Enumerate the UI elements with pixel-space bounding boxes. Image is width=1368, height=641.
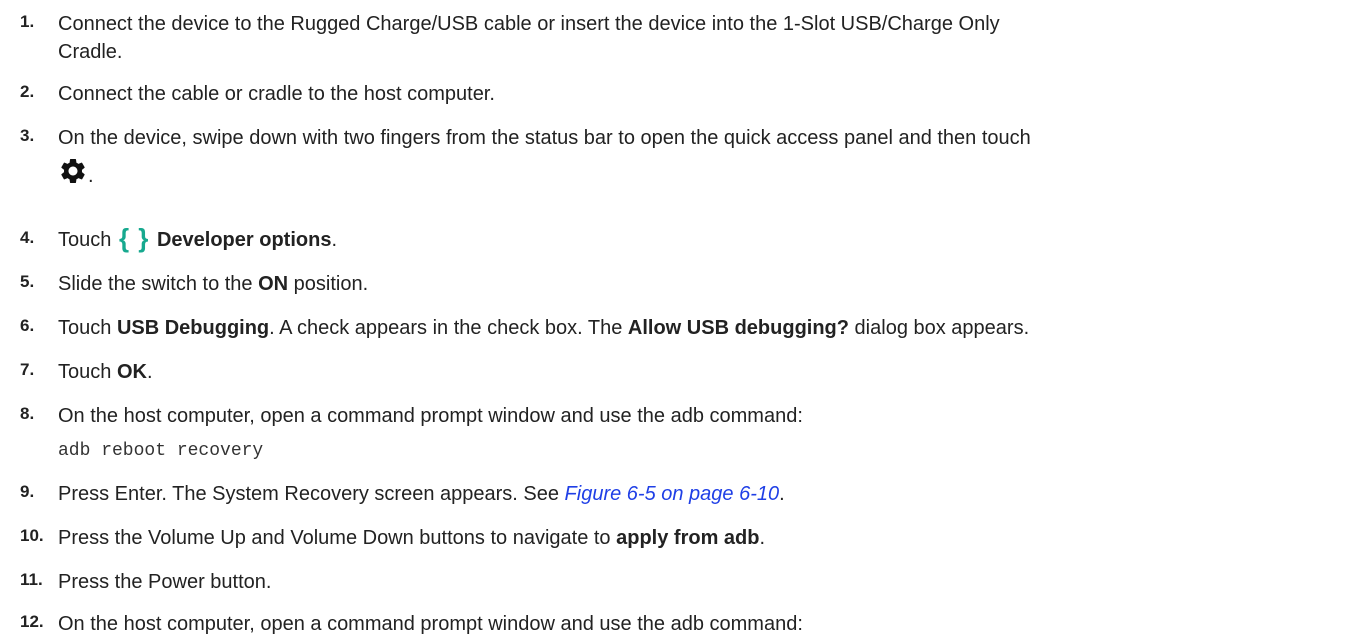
period: . (88, 164, 94, 187)
step-number: 5. (20, 272, 35, 291)
step-number: 3. (20, 126, 35, 145)
allow-usb-debugging-label: Allow USB debugging? (627, 317, 849, 339)
step-text-line: On the device, swipe down with two finge… (58, 127, 1031, 149)
step-text-pre: Slide the switch to the (58, 273, 259, 295)
developer-options-label: Developer options (156, 229, 332, 251)
developer-options-braces-icon: { } (118, 223, 150, 253)
step-text-pre: Touch (58, 229, 112, 251)
step-text-line: Connect the device to the Rugged Charge/… (58, 13, 1000, 35)
step-number: 6. (20, 316, 35, 335)
step-text-post: dialog box appears. (849, 317, 1030, 339)
figure-link[interactable]: Figure 6-5 on page 6-10 (565, 483, 780, 505)
step-text: Press the Power button. (58, 571, 272, 593)
step-text-pre: Press Enter. The System Recovery screen … (58, 483, 565, 505)
step-number: 1. (20, 12, 35, 31)
step-number: 4. (20, 228, 35, 247)
on-label: ON (258, 273, 289, 295)
step-text: Connect the cable or cradle to the host … (58, 83, 495, 105)
step-text-line: Cradle. (58, 41, 123, 63)
step-number: 10. (20, 526, 44, 545)
step-text-post: . (779, 483, 785, 505)
step-text: Press the Volume Up and Volume Down butt… (58, 524, 1358, 552)
usb-debugging-label: USB Debugging (116, 317, 270, 339)
adb-command-code: adb reboot recovery (58, 441, 264, 461)
step-text: Touch OK. (58, 358, 1358, 386)
step-text-pre: Touch (58, 361, 117, 383)
step-text-post: position. (288, 273, 369, 295)
step-text: Press Enter. The System Recovery screen … (58, 480, 1358, 508)
step-text-post: . (331, 229, 338, 251)
step-text: On the device, swipe down with two finge… (58, 124, 1358, 197)
step-text-pre: Touch (58, 317, 117, 339)
step-text-post: . (759, 527, 766, 549)
step-number: 12. (20, 612, 44, 631)
step-text: Touch USB Debugging. A check appears in … (58, 314, 1358, 342)
apply-from-adb-label: apply from adb (616, 527, 760, 549)
ok-label: OK (116, 361, 147, 383)
step-text: On the host computer, open a command pro… (58, 405, 803, 427)
step-number: 2. (20, 82, 35, 101)
gear-icon (58, 156, 88, 197)
step-text: Connect the device to the Rugged Charge/… (58, 10, 1358, 66)
step-text: Slide the switch to the ON position. (58, 270, 1358, 298)
step-number: 11. (20, 570, 43, 589)
step-text: Touch { } Developer options. (58, 223, 1358, 254)
step-number: 8. (20, 404, 35, 423)
step-number: 9. (20, 482, 35, 501)
step-number: 7. (20, 360, 35, 379)
step-text-mid: . A check appears in the check box. The (269, 317, 628, 339)
step-text-post: . (146, 361, 153, 383)
step-text-pre: Press the Volume Up and Volume Down butt… (58, 527, 617, 549)
step-text: On the host computer, open a command pro… (58, 613, 803, 635)
